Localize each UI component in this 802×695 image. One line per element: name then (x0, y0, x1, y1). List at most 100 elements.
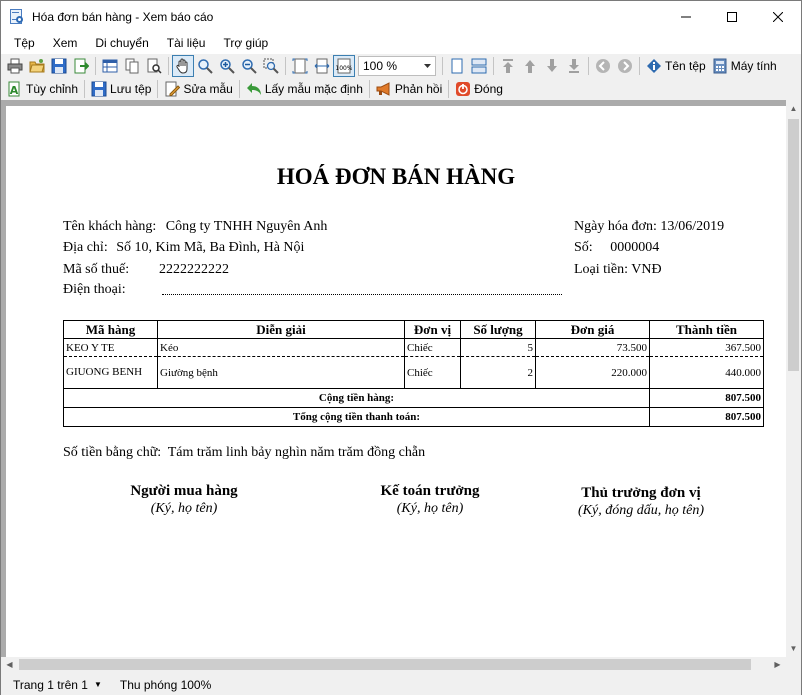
default-template-button[interactable]: Lấy mẫu mặc định (243, 78, 366, 100)
table-row: GIUONG BENH Giường bệnh Chiếc 2 220.000 … (63, 356, 764, 389)
zoom-select[interactable]: 100 % (358, 56, 436, 76)
edit-template-label: Sửa mẫu (183, 82, 233, 96)
menu-document[interactable]: Tài liệu (158, 32, 215, 54)
customize-button[interactable]: A Tùy chỉnh (4, 78, 81, 100)
phone-row: Điện thoại: (63, 282, 126, 298)
previous-page-button[interactable] (519, 55, 541, 77)
signature-director: Thủ trưởng đơn vị (Ký, đóng dấu, họ tên) (531, 485, 751, 519)
scroll-left-icon[interactable]: ◀ (1, 657, 18, 672)
arrow-up-icon (525, 60, 535, 73)
printer-icon (7, 58, 23, 74)
first-page-button[interactable] (497, 55, 519, 77)
scroll-up-icon[interactable]: ▲ (786, 100, 801, 117)
scroll-down-icon[interactable]: ▼ (786, 640, 801, 657)
total-row: Tổng cộng tiền thanh toán: 807.500 (63, 407, 764, 427)
column-header: Mã hàng (63, 320, 158, 339)
menu-navigate[interactable]: Di chuyển (86, 32, 157, 54)
next-page-button[interactable] (541, 55, 563, 77)
print-button[interactable] (4, 55, 26, 77)
address-label: Địa chỉ: (63, 240, 108, 255)
multi-page-button[interactable] (468, 55, 490, 77)
back-button[interactable] (592, 55, 614, 77)
column-header: Diễn giải (157, 320, 405, 339)
fit-width-button[interactable] (311, 55, 333, 77)
column-header: Đơn giá (535, 320, 650, 339)
file-name-button[interactable]: Tên tệp (643, 55, 709, 77)
address-value: Số 10, Kim Mã, Ba Đình, Hà Nội (116, 240, 305, 255)
export-icon (74, 58, 89, 74)
fit-width-icon (314, 58, 330, 74)
actual-size-button[interactable]: 100% (333, 55, 355, 77)
table-header-row: Mã hàng Diễn giải Đơn vị Số lượng Đơn gi… (63, 320, 764, 339)
forward-button[interactable] (614, 55, 636, 77)
zoom-indicator: Thu phóng 100% (120, 678, 211, 692)
edit-template-icon (165, 81, 181, 97)
invoice-number-label: Số: (574, 240, 593, 255)
save-button[interactable] (48, 55, 70, 77)
zoom-tool-button[interactable] (194, 55, 216, 77)
customize-label: Tùy chỉnh (26, 82, 79, 96)
item-unit: Chiếc (404, 338, 461, 357)
zoom-in-button[interactable] (216, 55, 238, 77)
vertical-scroll-thumb[interactable] (788, 119, 799, 371)
calculator-icon (713, 58, 727, 74)
edit-template-button[interactable]: Sửa mẫu (161, 78, 235, 100)
svg-text:A: A (10, 84, 19, 97)
undo-arrow-icon (246, 83, 261, 95)
menu-help[interactable]: Trợ giúp (214, 32, 277, 54)
computer-label: Máy tính (730, 59, 777, 73)
save-file-button[interactable]: Lưu tệp (88, 78, 154, 100)
customer-label: Tên khách hàng: (63, 219, 157, 234)
info-icon (647, 59, 661, 73)
tax-value: 2222222222 (159, 262, 229, 277)
page-indicator-text: Trang 1 trên 1 (13, 677, 88, 692)
vertical-scrollbar[interactable]: ▲ ▼ (786, 100, 801, 657)
feedback-label: Phản hồi (394, 82, 443, 96)
megaphone-icon (376, 82, 390, 96)
currency-row: Loại tiền: VNĐ (574, 262, 662, 278)
single-page-icon (451, 58, 463, 74)
customer-value: Công ty TNHH Nguyên Anh (165, 219, 328, 234)
menu-view[interactable]: Xem (44, 32, 87, 54)
menu-file[interactable]: Tệp (5, 32, 44, 54)
minimize-button[interactable] (663, 1, 709, 32)
zoom-out-button[interactable] (238, 55, 260, 77)
amount-in-words: Số tiền bằng chữ: Tám trăm linh bảy nghì… (63, 445, 425, 461)
item-code: GIUONG BENH (63, 356, 158, 389)
horizontal-scrollbar[interactable]: ◀ ▶ (1, 657, 786, 672)
last-page-button[interactable] (563, 55, 585, 77)
fit-page-icon (292, 58, 308, 74)
item-quantity: 5 (460, 338, 536, 357)
menu-bar: Tệp Xem Di chuyển Tài liệu Trợ giúp (1, 32, 801, 54)
find-button[interactable] (143, 55, 165, 77)
page-indicator[interactable]: Trang 1 trên 1 ▼ (13, 678, 102, 692)
last-page-icon (569, 59, 579, 73)
open-button[interactable] (26, 55, 48, 77)
zoom-area-button[interactable] (260, 55, 282, 77)
svg-text:100%: 100% (336, 65, 352, 72)
signature-subtitle: (Ký, họ tên) (396, 501, 464, 516)
table-row: KEO Y TE Kéo Chiếc 5 73.500 367.500 (63, 338, 764, 357)
item-unit: Chiếc (404, 356, 461, 389)
signature-chief-accountant: Kế toán trưởng (Ký, họ tên) (320, 483, 540, 517)
pages-icon (125, 58, 139, 74)
maximize-button[interactable] (709, 1, 755, 32)
horizontal-scroll-thumb[interactable] (19, 659, 751, 670)
feedback-button[interactable]: Phản hồi (373, 78, 445, 100)
hand-tool-button[interactable] (172, 55, 194, 77)
single-page-button[interactable] (446, 55, 468, 77)
date-value: 13/06/2019 (660, 219, 725, 234)
fit-page-button[interactable] (289, 55, 311, 77)
thumbnails-button[interactable] (121, 55, 143, 77)
export-button[interactable] (70, 55, 92, 77)
computer-button[interactable]: Máy tính (709, 55, 780, 77)
item-description: Giường bệnh (157, 356, 405, 389)
scroll-right-icon[interactable]: ▶ (769, 657, 786, 672)
table-of-contents-button[interactable] (99, 55, 121, 77)
main-toolbar: 100% 100 % Tên tệp Máy tính (1, 54, 801, 78)
column-header: Số lượng (460, 320, 536, 339)
close-window-button[interactable] (755, 1, 801, 32)
close-report-button[interactable]: Đóng (452, 78, 506, 100)
subtotal-row: Cộng tiền hàng: 807.500 (63, 388, 764, 408)
report-viewport[interactable]: HOÁ ĐƠN BÁN HÀNG Tên khách hàng: Công ty… (1, 100, 786, 657)
